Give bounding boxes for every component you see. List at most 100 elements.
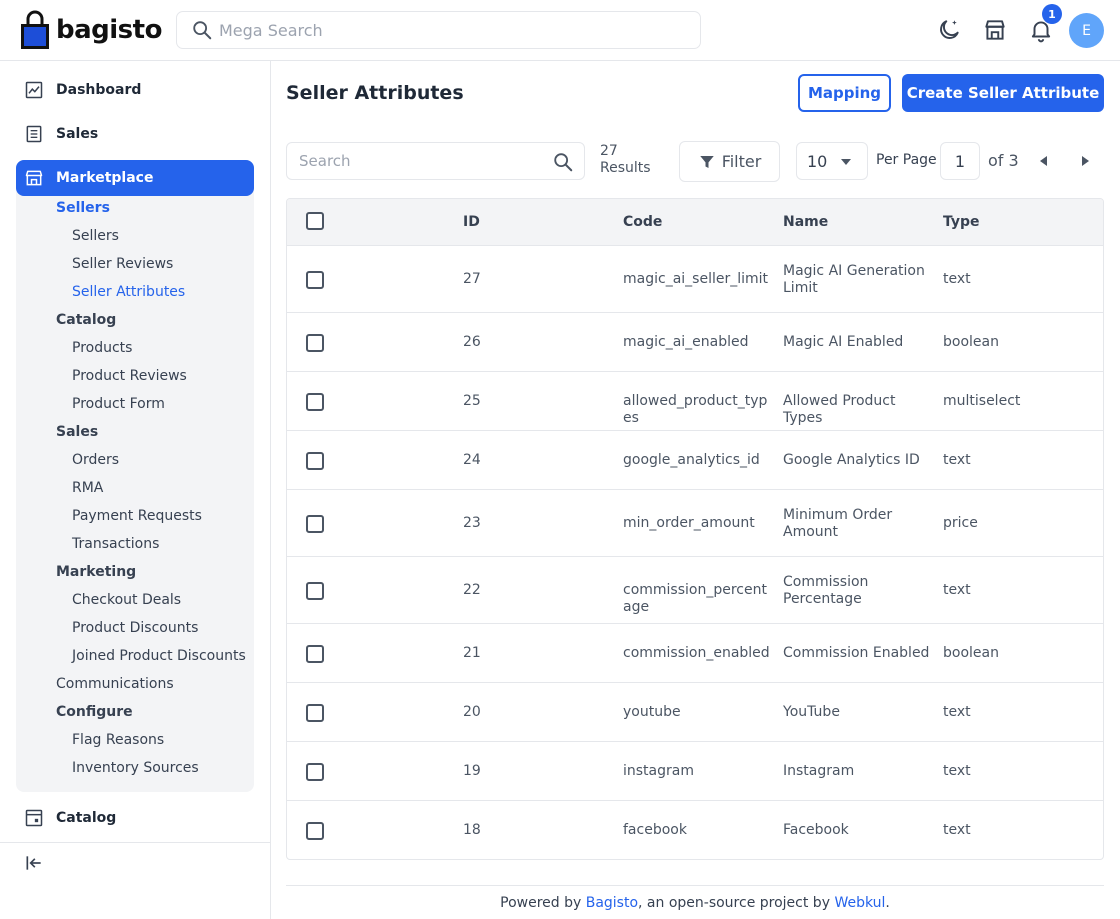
results-label: Results	[600, 160, 651, 176]
cell-code: commission_enabled	[623, 644, 770, 661]
sidebar-item-sales-label: Sales	[56, 126, 99, 142]
logo-text: bagisto	[56, 15, 162, 45]
table-row[interactable]: 27 magic_ai_seller_limit Magic AI Generati…	[287, 246, 1103, 313]
row-checkbox[interactable]	[306, 703, 324, 722]
row-checkbox[interactable]	[306, 644, 324, 663]
row-checkbox[interactable]	[306, 451, 324, 470]
cell-id: 24	[463, 451, 481, 468]
sidebar-subitem-seller-attributes[interactable]: Seller Attributes	[72, 284, 185, 300]
cell-type: text	[943, 762, 971, 779]
sidebar-group-sales[interactable]: Sales	[56, 424, 98, 440]
bagisto-link[interactable]: Bagisto	[586, 895, 638, 911]
sidebar-subitem-seller-reviews[interactable]: Seller Reviews	[72, 256, 173, 272]
table-row[interactable]: 26 magic_ai_enabled Magic AI Enabled boolea…	[287, 313, 1103, 372]
sidebar-subitem-rma[interactable]: RMA	[72, 480, 103, 496]
cell-code: google_analytics_id	[623, 451, 760, 468]
cell-id: 27	[463, 270, 481, 287]
table-row[interactable]: 24 google_analytics_id Google Analytics ID…	[287, 431, 1103, 490]
sidebar-subitem-product-discounts[interactable]: Product Discounts	[72, 620, 198, 636]
filter-button[interactable]: Filter	[679, 141, 780, 182]
sidebar-item-marketplace-label: Marketplace	[56, 170, 154, 186]
column-header-name[interactable]: Name	[783, 214, 828, 230]
row-checkbox[interactable]	[306, 392, 324, 411]
select-all-checkbox[interactable]	[306, 212, 324, 230]
cell-type: multiselect	[943, 392, 1021, 409]
mega-search-bar[interactable]	[176, 11, 701, 49]
sidebar-subitem-orders[interactable]: Orders	[72, 452, 119, 468]
current-page-input[interactable]	[940, 142, 980, 180]
table-row[interactable]: 19 instagram Instagram text	[287, 742, 1103, 801]
table-row[interactable]: 18 facebook Facebook text	[287, 801, 1103, 859]
sidebar-item-catalog[interactable]: Catalog	[24, 808, 116, 828]
sidebar-subitem-joined-product-discounts[interactable]: Joined Product Discounts	[72, 648, 246, 664]
sidebar-collapse[interactable]	[0, 842, 270, 882]
footer-suffix: .	[885, 895, 890, 911]
row-checkbox[interactable]	[306, 821, 324, 840]
sidebar-group-communications[interactable]: Communications	[56, 676, 174, 692]
search-icon[interactable]	[552, 151, 574, 173]
cell-type: text	[943, 581, 971, 598]
storefront-icon[interactable]	[982, 17, 1008, 43]
collapse-sidebar-icon[interactable]	[24, 853, 44, 873]
table-header: ID Code Name Type	[287, 199, 1103, 246]
mega-search-input[interactable]	[219, 20, 659, 40]
footer-middle: , an open-source project by	[638, 895, 835, 911]
store-icon	[25, 170, 43, 186]
mapping-button[interactable]: Mapping	[798, 74, 891, 112]
sidebar-subitem-sellers[interactable]: Sellers	[72, 228, 119, 244]
per-page-select[interactable]: 10	[796, 142, 868, 180]
cell-type: text	[943, 270, 971, 287]
sidebar-subitem-transactions[interactable]: Transactions	[72, 536, 159, 552]
sidebar-subitem-payment-requests[interactable]: Payment Requests	[72, 508, 202, 524]
sidebar-item-marketplace[interactable]: Marketplace	[16, 160, 254, 196]
cell-type: text	[943, 451, 971, 468]
search-input[interactable]	[299, 152, 549, 170]
cell-id: 25	[463, 392, 481, 409]
row-checkbox[interactable]	[306, 762, 324, 781]
table-row[interactable]: 25 allowed_product_types Allowed Product T…	[287, 372, 1103, 431]
sidebar-group-sellers[interactable]: Sellers	[56, 200, 110, 216]
logo[interactable]: bagisto	[20, 10, 162, 50]
create-seller-attribute-button[interactable]: Create Seller Attribute	[902, 74, 1104, 112]
sidebar-subitem-products[interactable]: Products	[72, 340, 132, 356]
sidebar-subitem-flag-reasons[interactable]: Flag Reasons	[72, 732, 164, 748]
webkul-link[interactable]: Webkul	[834, 895, 885, 911]
sidebar-subitem-product-reviews[interactable]: Product Reviews	[72, 368, 187, 384]
search-icon	[193, 21, 212, 40]
cell-id: 22	[463, 581, 481, 598]
row-checkbox[interactable]	[306, 514, 324, 533]
table-row[interactable]: 23 min_order_amount Minimum Order Amount pr…	[287, 490, 1103, 557]
table-row[interactable]: 22 commission_percentage Commission Percen…	[287, 557, 1103, 624]
sidebar-subitem-product-form[interactable]: Product Form	[72, 396, 165, 412]
sidebar-subitem-checkout-deals[interactable]: Checkout Deals	[72, 592, 181, 608]
sidebar-subitem-inventory-sources[interactable]: Inventory Sources	[72, 760, 199, 776]
per-page-label: Per Page	[876, 152, 937, 168]
sidebar-group-marketing[interactable]: Marketing	[56, 564, 136, 580]
sidebar-group-catalog[interactable]: Catalog	[56, 312, 116, 328]
row-checkbox[interactable]	[306, 270, 324, 289]
sidebar-group-configure[interactable]: Configure	[56, 704, 133, 720]
top-header: bagisto 1 E	[0, 0, 1120, 61]
sidebar-item-dashboard[interactable]: Dashboard	[24, 80, 141, 100]
previous-page-icon[interactable]	[1040, 156, 1047, 166]
cell-name: Allowed Product Types	[783, 392, 896, 426]
cell-id: 20	[463, 703, 481, 720]
table-row[interactable]: 21 commission_enabled Commission Enabled bo…	[287, 624, 1103, 683]
column-header-type[interactable]: Type	[943, 214, 980, 230]
column-header-code[interactable]: Code	[623, 214, 662, 230]
datagrid-search[interactable]	[286, 142, 585, 180]
table-row[interactable]: 20 youtube YouTube text	[287, 683, 1103, 742]
next-page-icon[interactable]	[1082, 156, 1089, 166]
column-header-id[interactable]: ID	[463, 214, 480, 230]
per-page-value: 10	[807, 151, 828, 171]
dark-mode-icon[interactable]	[936, 17, 962, 43]
cell-type: price	[943, 514, 978, 531]
user-avatar[interactable]: E	[1069, 13, 1104, 48]
sidebar-item-sales[interactable]: Sales	[24, 124, 98, 144]
results-count: 27 Results	[600, 143, 651, 177]
row-checkbox[interactable]	[306, 581, 324, 600]
total-pages-label: of 3	[988, 151, 1019, 170]
cell-code: allowed_product_types	[623, 392, 768, 426]
row-checkbox[interactable]	[306, 333, 324, 352]
seller-attributes-table: ID Code Name Type 27 magic_ai_seller_limi…	[286, 198, 1104, 860]
